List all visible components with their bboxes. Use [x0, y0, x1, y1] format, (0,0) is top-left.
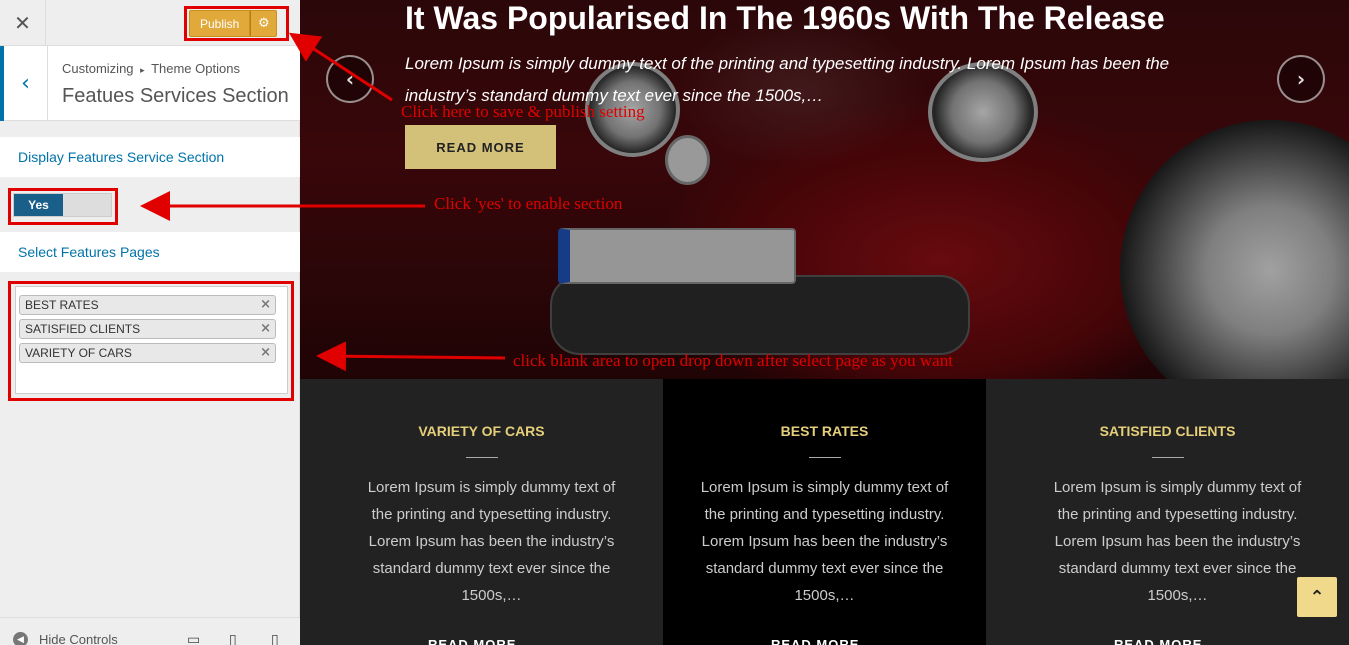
display-features-label: Display Features Service Section: [0, 137, 300, 177]
breadcrumb: Customizing ▸ Theme Options: [62, 61, 240, 76]
section-title: Featues Services Section: [62, 85, 289, 107]
feature-title: BEST RATES: [780, 423, 869, 439]
back-button[interactable]: ‹: [0, 46, 48, 121]
toggle-annotation: Click 'yes' to enable section: [434, 194, 623, 213]
feature-read-more-link[interactable]: READ MORE →: [663, 637, 986, 645]
feature-text: Lorem Ipsum is simply dummy text of the …: [700, 479, 949, 604]
feature-title: VARIETY OF CARS: [418, 423, 545, 439]
hero-title: It Was Popularised In The 1960s With The…: [405, 0, 1165, 36]
chevron-left-icon[interactable]: ‹: [326, 55, 374, 103]
toggle-highlight-box: [8, 188, 118, 225]
chevron-left-icon: ‹: [21, 71, 30, 96]
desktop-preview-icon[interactable]: ▭: [187, 632, 200, 645]
collapse-icon: ◀: [13, 632, 28, 645]
feature-divider: [465, 457, 498, 458]
hide-controls-button[interactable]: ◀ Hide Controls: [13, 632, 118, 645]
section-header: ‹ Customizing ▸ Theme Options Featues Se…: [0, 46, 300, 121]
feature-text: Lorem Ipsum is simply dummy text of the …: [1053, 479, 1302, 604]
feature-divider: [808, 457, 841, 458]
select-features-label: Select Features Pages: [0, 232, 300, 272]
select-annotation: click blank area to open drop down after…: [513, 351, 953, 370]
feature-card: VARIETY OF CARS Lorem Ipsum is simply du…: [300, 379, 663, 645]
feature-read-more-link[interactable]: READ MORE →: [300, 637, 663, 645]
read-more-button[interactable]: READ MORE: [405, 125, 556, 169]
feature-read-more-link[interactable]: READ MORE →: [986, 637, 1349, 645]
feature-text: Lorem Ipsum is simply dummy text of the …: [367, 479, 616, 604]
select-highlight-box: [8, 281, 294, 401]
mobile-preview-icon[interactable]: ▯: [271, 632, 279, 645]
customizer-footer: ◀ Hide Controls ▭ ▯ ▯: [0, 617, 300, 645]
hero-slider: ‹ › It Was Popularised In The 1960s With…: [300, 0, 1349, 379]
hide-controls-label: Hide Controls: [39, 632, 118, 645]
breadcrumb-section: Theme Options: [151, 61, 240, 76]
feature-divider: [1151, 457, 1184, 458]
publish-highlight-box: [184, 6, 289, 41]
close-icon[interactable]: ✕: [0, 0, 46, 46]
back-to-top-button[interactable]: ⌃: [1297, 577, 1337, 617]
feature-title: SATISFIED CLIENTS: [1099, 423, 1236, 439]
publish-annotation: Click here to save & publish setting: [401, 102, 645, 121]
breadcrumb-root: Customizing: [62, 61, 134, 76]
breadcrumb-separator-icon: ▸: [140, 65, 145, 75]
feature-card: SATISFIED CLIENTS Lorem Ipsum is simply …: [986, 379, 1349, 645]
feature-card: BEST RATES Lorem Ipsum is simply dummy t…: [663, 379, 986, 645]
chevron-right-icon[interactable]: ›: [1277, 55, 1325, 103]
tablet-preview-icon[interactable]: ▯: [229, 632, 237, 645]
